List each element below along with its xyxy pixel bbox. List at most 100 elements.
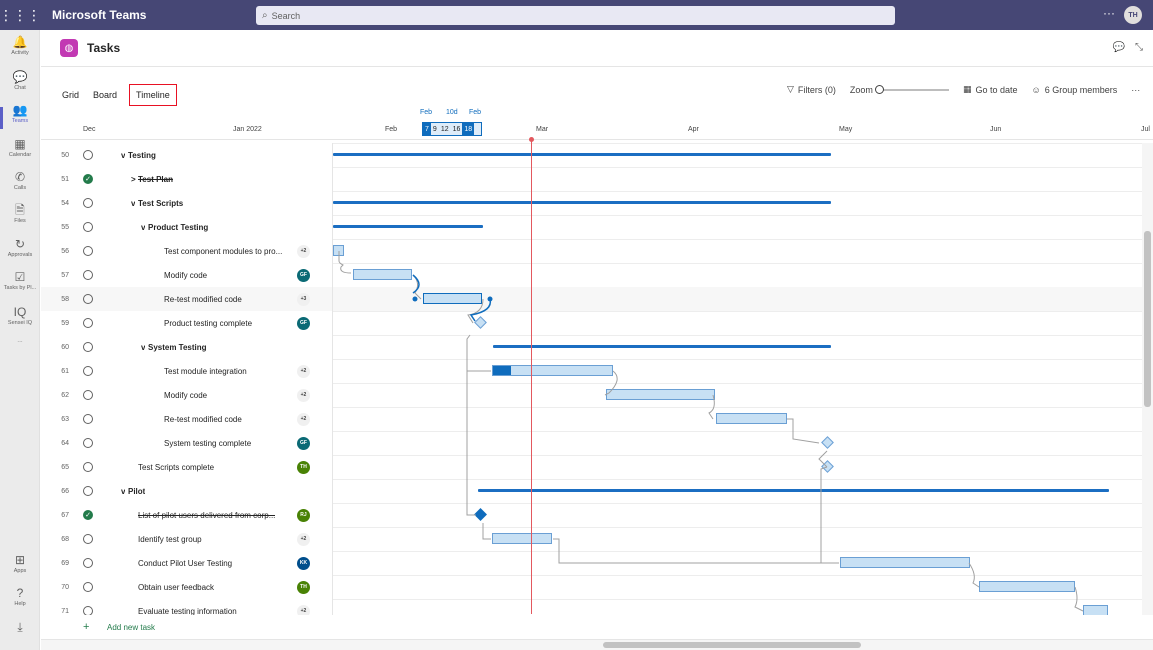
task-name[interactable]: Modify code: [164, 271, 207, 280]
rail-item-help[interactable]: ? Help: [0, 586, 40, 620]
complete-task-checkbox[interactable]: [83, 582, 93, 592]
task-row[interactable]: 51 ✓ > Test Plan: [41, 167, 332, 191]
task-row[interactable]: 54 v Test Scripts: [41, 191, 332, 215]
complete-task-checkbox[interactable]: [83, 390, 93, 400]
more-options-icon[interactable]: ···: [1103, 6, 1115, 20]
task-row[interactable]: 69 Conduct Pilot User Testing KK: [41, 551, 332, 575]
rail-item-iq[interactable]: IQ Sensei IQ: [0, 305, 40, 339]
task-name[interactable]: List of pilot users delivered from corp.…: [138, 511, 275, 520]
task-name[interactable]: Testing: [128, 151, 156, 160]
chevron-down-icon[interactable]: v: [131, 199, 135, 208]
assignee-avatar[interactable]: +2: [297, 532, 310, 546]
complete-task-checkbox[interactable]: [83, 534, 93, 544]
task-row[interactable]: 65 Test Scripts complete TH: [41, 455, 332, 479]
task-row[interactable]: 63 Re-test modified code +2: [41, 407, 332, 431]
task-row[interactable]: 59 Product testing complete GF: [41, 311, 332, 335]
task-name[interactable]: Re-test modified code: [164, 415, 242, 424]
rail-item-chat[interactable]: 💬 Chat: [0, 70, 40, 104]
zoom-slider[interactable]: [874, 84, 949, 94]
completed-check-icon[interactable]: ✓: [83, 510, 93, 520]
assignee-avatar[interactable]: +2: [297, 364, 310, 378]
task-name[interactable]: Product testing complete: [164, 319, 252, 328]
chevron-down-icon[interactable]: v: [121, 487, 125, 496]
zoom-slider-thumb[interactable]: [874, 84, 884, 94]
task-name[interactable]: Modify code: [164, 391, 207, 400]
complete-task-checkbox[interactable]: [83, 294, 93, 304]
assignee-avatar[interactable]: RJ: [297, 508, 310, 522]
filters-button[interactable]: ▽ Filters (0): [787, 84, 836, 95]
collapse-icon[interactable]: ⤡: [1135, 42, 1143, 53]
task-row[interactable]: 71 Evaluate testing information +2: [41, 599, 332, 615]
task-name[interactable]: Conduct Pilot User Testing: [138, 559, 232, 568]
tab-timeline[interactable]: Timeline: [129, 84, 177, 106]
assignee-avatar[interactable]: +3: [297, 292, 310, 306]
task-row[interactable]: 70 Obtain user feedback TH: [41, 575, 332, 599]
complete-task-checkbox[interactable]: [83, 342, 93, 352]
app-launcher-icon[interactable]: ⋮⋮⋮: [0, 0, 41, 30]
assignee-avatar[interactable]: GF: [297, 316, 310, 330]
assignee-avatar[interactable]: TH: [297, 580, 310, 594]
task-row[interactable]: 66 v Pilot: [41, 479, 332, 503]
horizontal-scroll-thumb[interactable]: [603, 642, 861, 648]
rail-item-tasks[interactable]: ☑ Tasks by Pl...: [0, 270, 40, 304]
dependency-handle[interactable]: [412, 296, 418, 302]
go-to-date-button[interactable]: ▦ Go to date: [963, 84, 1018, 95]
rail-item-teams[interactable]: 👥 Teams: [0, 103, 40, 137]
chevron-down-icon[interactable]: v: [141, 343, 145, 352]
complete-task-checkbox[interactable]: [83, 222, 93, 232]
complete-task-checkbox[interactable]: [83, 318, 93, 328]
rail-item-apps[interactable]: ⊞ Apps: [0, 553, 40, 587]
task-name[interactable]: Product Testing: [148, 223, 208, 232]
task-row[interactable]: 58 Re-test modified code +3: [41, 287, 332, 311]
task-row[interactable]: 55 v Product Testing: [41, 215, 332, 239]
tab-grid[interactable]: Grid: [60, 88, 81, 102]
rail-item-bell[interactable]: 🔔 Activity: [0, 35, 40, 69]
assignee-avatar[interactable]: TH: [297, 460, 310, 474]
complete-task-checkbox[interactable]: [83, 150, 93, 160]
task-row[interactable]: 57 Modify code GF: [41, 263, 332, 287]
task-row[interactable]: 68 Identify test group +2: [41, 527, 332, 551]
task-row[interactable]: 50 v Testing: [41, 143, 332, 167]
task-name[interactable]: Test module integration: [164, 367, 247, 376]
vertical-scrollbar[interactable]: [1142, 143, 1153, 615]
task-name[interactable]: Test component modules to pro...: [164, 247, 282, 256]
assignee-avatar[interactable]: KK: [297, 556, 310, 570]
rail-item-approvals[interactable]: ↻ Approvals: [0, 237, 40, 271]
assignee-avatar[interactable]: +2: [297, 412, 310, 426]
vertical-scroll-thumb[interactable]: [1144, 231, 1151, 407]
task-name[interactable]: Evaluate testing information: [138, 607, 237, 616]
task-row[interactable]: 56 Test component modules to pro... +2: [41, 239, 332, 263]
assignee-avatar[interactable]: +2: [297, 388, 310, 402]
group-members-button[interactable]: ☺ 6 Group members: [1031, 85, 1117, 95]
assignee-avatar[interactable]: +2: [297, 604, 310, 615]
complete-task-checkbox[interactable]: [83, 486, 93, 496]
tab-board[interactable]: Board: [91, 88, 119, 102]
assignee-avatar[interactable]: GF: [297, 436, 310, 450]
complete-task-checkbox[interactable]: [83, 414, 93, 424]
complete-task-checkbox[interactable]: [83, 462, 93, 472]
rail-item-file[interactable]: 🗎 Files: [0, 203, 40, 237]
task-name[interactable]: Identify test group: [138, 535, 202, 544]
task-name[interactable]: Pilot: [128, 487, 145, 496]
complete-task-checkbox[interactable]: [83, 270, 93, 280]
complete-task-checkbox[interactable]: [83, 246, 93, 256]
assignee-avatar[interactable]: +2: [297, 244, 310, 258]
complete-task-checkbox[interactable]: [83, 606, 93, 615]
task-name[interactable]: System Testing: [148, 343, 207, 352]
more-actions-button[interactable]: ···: [1131, 85, 1140, 95]
complete-task-checkbox[interactable]: [83, 558, 93, 568]
chevron-down-icon[interactable]: v: [121, 151, 125, 160]
task-row[interactable]: 64 System testing complete GF: [41, 431, 332, 455]
complete-task-checkbox[interactable]: [83, 366, 93, 376]
task-name[interactable]: Test Scripts complete: [138, 463, 214, 472]
rail-item-phone[interactable]: ✆ Calls: [0, 170, 40, 204]
task-row[interactable]: 62 Modify code +2: [41, 383, 332, 407]
rail-item-more[interactable]: ···: [0, 338, 40, 372]
complete-task-checkbox[interactable]: [83, 198, 93, 208]
task-row[interactable]: 61 Test module integration +2: [41, 359, 332, 383]
task-name[interactable]: System testing complete: [164, 439, 251, 448]
user-avatar[interactable]: TH: [1124, 6, 1142, 24]
horizontal-scrollbar[interactable]: [41, 639, 1153, 650]
complete-task-checkbox[interactable]: [83, 438, 93, 448]
add-task-row[interactable]: + Add new task: [41, 615, 332, 639]
